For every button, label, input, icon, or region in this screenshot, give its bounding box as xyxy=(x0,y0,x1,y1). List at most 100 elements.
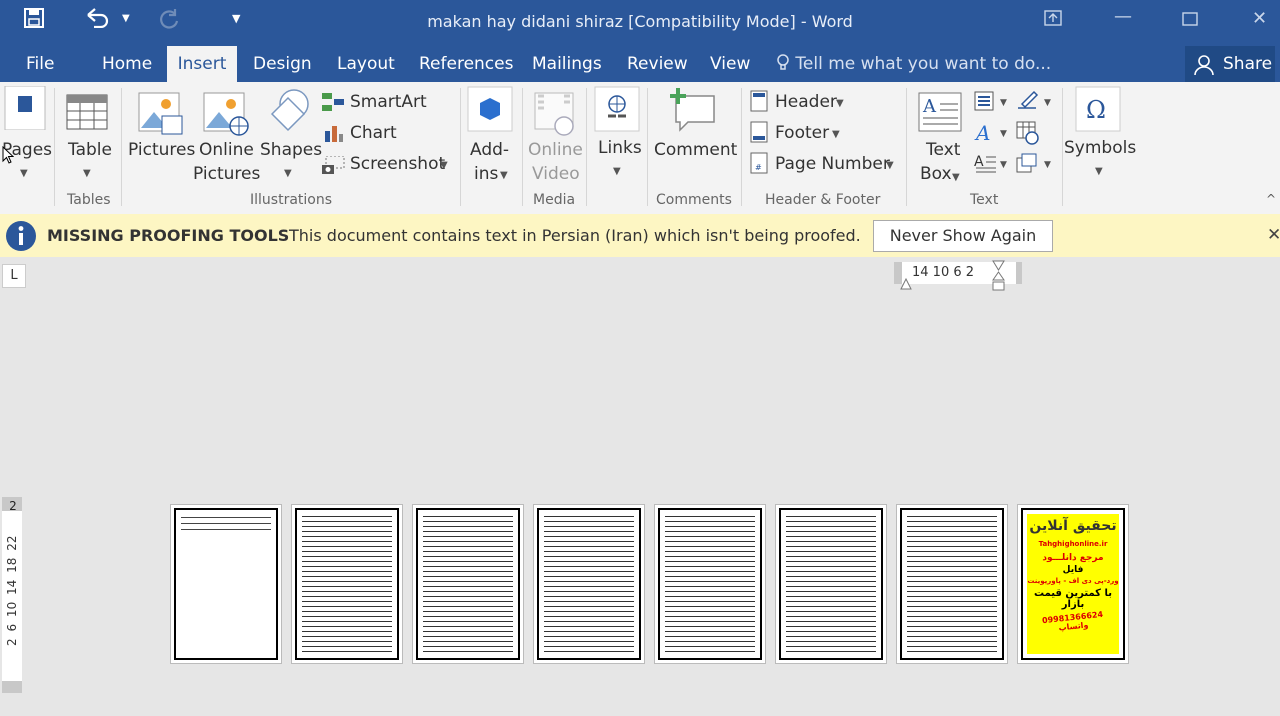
close-message-icon[interactable]: ✕ xyxy=(1267,225,1280,245)
footer-button[interactable]: Footer ▼ xyxy=(750,121,850,145)
ad-website: Tahghighonline.ir xyxy=(1038,540,1108,548)
date-time-icon[interactable] xyxy=(1016,121,1040,149)
table-button[interactable]: Table ▼ xyxy=(62,90,116,186)
ribbon-display-options-icon[interactable] xyxy=(1044,10,1062,31)
page-thumbnail[interactable] xyxy=(291,504,403,664)
page-number-dropdown-icon: ▼ xyxy=(886,160,894,171)
ad-phone: 09981366624 واتساپ xyxy=(1041,609,1104,633)
tab-view[interactable]: View xyxy=(710,46,750,82)
share-label: Share xyxy=(1223,54,1273,74)
vertical-ruler[interactable]: 2 2 6 10 14 18 22 xyxy=(2,497,22,693)
ad-line-5: ورد-پی دی اف - پاورپوینت xyxy=(1027,577,1119,585)
group-label-header-footer: Header & Footer xyxy=(765,192,881,208)
tell-me-search[interactable]: Tell me what you want to do... xyxy=(776,46,1051,82)
footer-label: Footer xyxy=(775,123,830,143)
shapes-button[interactable]: Shapes ▼ xyxy=(258,88,323,188)
wordart-icon[interactable]: A ▼ xyxy=(974,121,1012,147)
svg-text:▼: ▼ xyxy=(1000,160,1007,170)
message-title: MISSING PROOFING TOOLS xyxy=(47,226,290,245)
ad-title: تحقیق آنلاین xyxy=(1029,518,1117,534)
pages-button[interactable]: Pages ▼ xyxy=(0,85,52,186)
tell-me-text: Tell me what you want to do... xyxy=(795,54,1052,74)
svg-text:A: A xyxy=(974,121,990,143)
chart-button[interactable]: Chart xyxy=(322,121,442,145)
chart-label: Chart xyxy=(350,123,397,143)
vr-22: 22 xyxy=(5,535,19,551)
group-separator xyxy=(1062,88,1063,206)
close-window-icon[interactable]: ✕ xyxy=(1252,8,1267,29)
links-label: Links xyxy=(598,138,642,158)
pictures-button[interactable]: Pictures xyxy=(126,90,195,186)
never-show-again-button[interactable]: Never Show Again xyxy=(873,220,1053,252)
header-button[interactable]: Header ▼ xyxy=(750,90,850,114)
smartart-label: SmartArt xyxy=(350,92,427,112)
header-label: Header xyxy=(775,92,837,112)
page-thumbnail[interactable] xyxy=(775,504,887,664)
vr-14: 14 xyxy=(5,579,19,595)
mouse-cursor-icon xyxy=(2,145,15,168)
page-thumbnail[interactable] xyxy=(654,504,766,664)
page-thumbnail[interactable] xyxy=(412,504,524,664)
group-separator xyxy=(741,88,742,206)
svg-text:▼: ▼ xyxy=(1000,129,1007,139)
table-dropdown-icon: ▼ xyxy=(83,168,91,179)
smartart-button[interactable]: SmartArt xyxy=(322,90,442,114)
links-button[interactable]: Links ▼ xyxy=(592,86,642,186)
signature-line-icon[interactable]: ▼ xyxy=(1016,90,1054,116)
page-number-button[interactable]: # Page Number ▼ xyxy=(750,152,900,176)
online-pictures-button[interactable]: Online Pictures xyxy=(193,90,260,190)
group-separator xyxy=(586,88,587,206)
minimize-icon[interactable]: — xyxy=(1114,6,1132,27)
comment-label: Comment xyxy=(654,140,738,160)
symbols-dropdown-icon: ▼ xyxy=(1095,166,1103,177)
tab-insert[interactable]: Insert xyxy=(167,46,237,82)
online-video-label-1: Online xyxy=(528,140,583,160)
add-ins-button[interactable]: Add- ins ▼ xyxy=(466,86,516,186)
tab-references[interactable]: References xyxy=(419,46,513,82)
links-dropdown-icon: ▼ xyxy=(613,166,621,177)
quick-parts-icon[interactable]: ▼ xyxy=(974,90,1012,116)
table-icon xyxy=(66,94,108,134)
share-button[interactable]: Share xyxy=(1185,46,1275,82)
tab-design[interactable]: Design xyxy=(253,46,312,82)
info-icon xyxy=(5,220,37,256)
screenshot-button[interactable]: Screenshot ▼ xyxy=(322,152,454,176)
pictures-icon xyxy=(138,92,184,140)
tab-layout[interactable]: Layout xyxy=(337,46,395,82)
collapse-ribbon-icon[interactable]: ^ xyxy=(1266,192,1276,206)
vr-10: 10 xyxy=(5,601,19,618)
right-indent-marker-icon[interactable] xyxy=(992,260,1005,296)
screenshot-label: Screenshot xyxy=(350,154,446,174)
text-box-button[interactable]: A Text Box ▼ xyxy=(914,90,968,190)
online-video-icon xyxy=(534,92,576,140)
online-video-label-2: Video xyxy=(532,164,580,184)
object-icon[interactable]: ▼ xyxy=(1016,152,1054,178)
vertical-ruler-top-number: 2 xyxy=(9,499,17,513)
comment-button[interactable]: Comment xyxy=(652,86,738,186)
shapes-icon xyxy=(264,88,314,140)
online-pictures-label-1: Online xyxy=(199,140,254,160)
page-thumbnail[interactable] xyxy=(896,504,1008,664)
drop-cap-icon[interactable]: A ▼ xyxy=(974,152,1012,178)
page-thumbnail[interactable] xyxy=(170,504,282,664)
page-number-icon: # xyxy=(750,152,768,178)
tab-selector[interactable]: L xyxy=(2,264,26,288)
page-thumbnail[interactable] xyxy=(533,504,645,664)
group-label-media: Media xyxy=(533,192,576,208)
text-box-dropdown-icon: ▼ xyxy=(952,172,960,183)
symbols-button[interactable]: Ω Symbols ▼ xyxy=(1064,86,1136,186)
tab-mailings[interactable]: Mailings xyxy=(532,46,602,82)
indent-marker-icon[interactable] xyxy=(900,275,912,294)
symbols-label: Symbols xyxy=(1064,138,1137,158)
tab-file[interactable]: File xyxy=(26,46,54,82)
group-label-illustrations: Illustrations xyxy=(250,192,333,208)
table-label: Table xyxy=(68,140,112,160)
advertisement-page[interactable]: تحقیق آنلاین Tahghighonline.ir مرجع دانل… xyxy=(1017,504,1129,664)
maximize-icon[interactable] xyxy=(1182,10,1198,31)
shapes-label: Shapes xyxy=(260,140,323,160)
tab-home[interactable]: Home xyxy=(102,46,152,82)
tab-review[interactable]: Review xyxy=(627,46,688,82)
group-separator xyxy=(54,88,55,206)
vertical-ruler-numbers: 2 6 10 14 18 22 xyxy=(5,530,19,646)
footer-icon xyxy=(750,121,768,147)
